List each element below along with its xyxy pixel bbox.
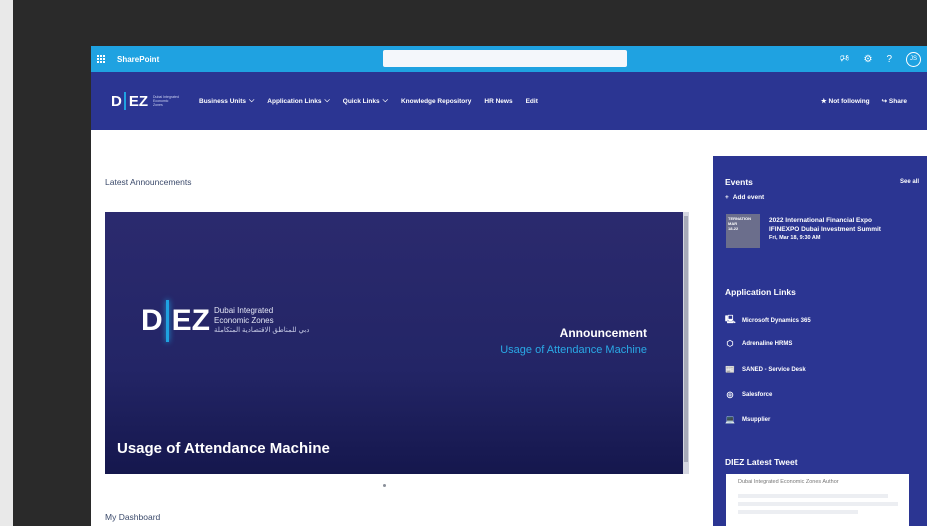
share-icon: ↪ [881,98,888,105]
follow-button[interactable]: ★ Not following [821,97,870,105]
megaphone-icon[interactable]: 🕫 [840,51,850,68]
sharepoint-page: SharePoint 🕫 ⚙ ? JS D EZ Dubai Integrate… [91,46,927,526]
plus-icon: + [725,194,729,201]
nav-edit[interactable]: Edit [526,97,538,105]
nav-hr-news[interactable]: HR News [484,97,512,105]
event-title-line2: IFINEXPO Dubai Investment Summit [769,226,881,233]
site-logo[interactable]: D EZ Dubai Integrated Economic Zones [111,92,179,110]
app-link-label: SANED - Service Desk [742,366,806,373]
nav-quick-links[interactable]: Quick Links ⌵ [343,97,388,105]
app-link-label: Salesforce [742,391,773,398]
command-bar [91,130,713,160]
logo-d-text: D [111,92,122,110]
application-links-title: Application Links [725,287,796,297]
share-label: Share [888,98,907,105]
top-navigation: Business Units ⌵ Application Links ⌵ Quick… [199,97,538,105]
chevron-down-icon: ⌵ [324,97,330,104]
latest-tweet-title: DIEZ Latest Tweet [725,457,798,467]
announcement-hero-banner[interactable]: D EZ Dubai Integrated Economic Zones دبي… [105,212,689,474]
app-link-adrenaline-hrms[interactable]: ⬡ Adrenaline HRMS [725,339,793,348]
hero-logo-name: Dubai Integrated Economic Zones دبي للمن… [214,306,309,336]
app-link-microsoft-dynamics[interactable]: 🖳 Microsoft Dynamics 365 [725,314,811,328]
events-title: Events [725,177,753,187]
nav-knowledge-repository[interactable]: Knowledge Repository [401,97,471,105]
nav-label: HR News [484,97,513,105]
nav-label: Application Links [267,97,322,105]
hero-scrollbar[interactable] [683,212,689,474]
my-dashboard-title: My Dashboard [105,512,161,522]
event-thumb-line3: 18-22 [728,226,739,231]
logo-subtitle: Dubai Integrated Economic Zones [153,95,179,107]
app-link-label: Microsoft Dynamics 365 [742,318,811,324]
gear-icon[interactable]: ⚙ [863,54,872,65]
laptop-icon: 💻 [725,415,735,424]
event-thumbnail[interactable]: TERNATION MAR 18-22 [726,214,760,248]
chevron-down-icon: ⌵ [382,97,388,104]
site-header: D EZ Dubai Integrated Economic Zones Bus… [91,72,927,130]
event-item[interactable]: 2022 International Financial Expo IFINEX… [769,216,919,243]
waffle-icon[interactable] [91,46,111,72]
nav-application-links[interactable]: Application Links ⌵ [267,97,329,105]
app-link-label: Adrenaline HRMS [742,340,793,347]
hero-logo-arabic: دبي للمناطق الاقتصادية المتكاملة [214,327,310,334]
header-actions: ★ Not following ↪ Share [821,97,907,105]
nav-label: Quick Links [342,97,380,105]
left-edge-strip [0,0,13,526]
hero-caption[interactable]: Usage of Attendance Machine [117,440,330,457]
search-input[interactable] [383,50,627,67]
tweet-author: Dubai Integrated Economic Zones Author [738,479,839,485]
app-link-saned-service-desk[interactable]: 📰 SANED - Service Desk [725,365,806,374]
logo-ez-text: EZ [128,92,149,110]
nav-label: Business Units [199,97,246,105]
hero-logo-bar [165,300,169,342]
sharepoint-brand-link[interactable]: SharePoint [117,55,159,64]
nav-business-units[interactable]: Business Units ⌵ [199,97,254,105]
hero-logo-name-line1: Dubai Integrated [214,306,274,315]
nav-label: Knowledge Repository [400,97,472,105]
tweet-text-placeholder [738,494,888,498]
star-icon: ★ [820,98,827,105]
app-link-label: Msupplier [742,416,771,423]
window-frame: SharePoint 🕫 ⚙ ? JS D EZ Dubai Integrate… [0,0,927,526]
add-event-button[interactable]: + Add event [725,194,764,201]
tweet-text-placeholder [738,510,858,514]
carousel-dot[interactable] [383,484,386,487]
tweet-widget[interactable]: Dubai Integrated Economic Zones Author [726,474,909,526]
help-icon[interactable]: ? [886,54,892,65]
avatar[interactable]: JS [906,51,921,67]
right-panel: Events See all + Add event TERNATION MAR … [713,156,927,526]
dynamics-icon: 🖳 [725,315,736,324]
suite-bar-actions: 🕫 ⚙ ? JS [840,46,921,72]
hero-logo-d: D [141,304,163,337]
see-all-link[interactable]: See all [900,179,919,185]
event-date: Fri, Mar 18, 9:30 AM [769,235,821,241]
follow-label: Not following [828,98,870,105]
hero-logo-name-line2: Economic Zones [214,316,274,325]
scrollbar-thumb[interactable] [684,216,688,462]
logo-bar [123,92,126,110]
announcement-subheading: Usage of Attendance Machine [500,344,647,356]
suite-bar: SharePoint 🕫 ⚙ ? JS [91,46,927,72]
hero-logo: D EZ Dubai Integrated Economic Zones دبي… [141,300,309,342]
servicedesk-icon: 📰 [725,365,735,374]
hexagon-icon: ⬡ [726,339,734,348]
hero-logo-ez: EZ [171,304,211,337]
latest-announcements-title: Latest Announcements [105,177,192,187]
app-link-salesforce[interactable]: ◎ Salesforce [725,390,773,399]
app-link-msupplier[interactable]: 💻 Msupplier [725,415,770,424]
tweet-text-placeholder [738,502,898,506]
salesforce-icon: ◎ [726,390,734,399]
add-event-label: Add event [732,194,765,201]
chevron-down-icon: ⌵ [248,97,255,104]
announcement-heading: Announcement [559,326,647,340]
share-button[interactable]: ↪ Share [882,97,907,105]
nav-label: Edit [525,97,538,105]
event-title-line1: 2022 International Financial Expo [769,217,872,224]
